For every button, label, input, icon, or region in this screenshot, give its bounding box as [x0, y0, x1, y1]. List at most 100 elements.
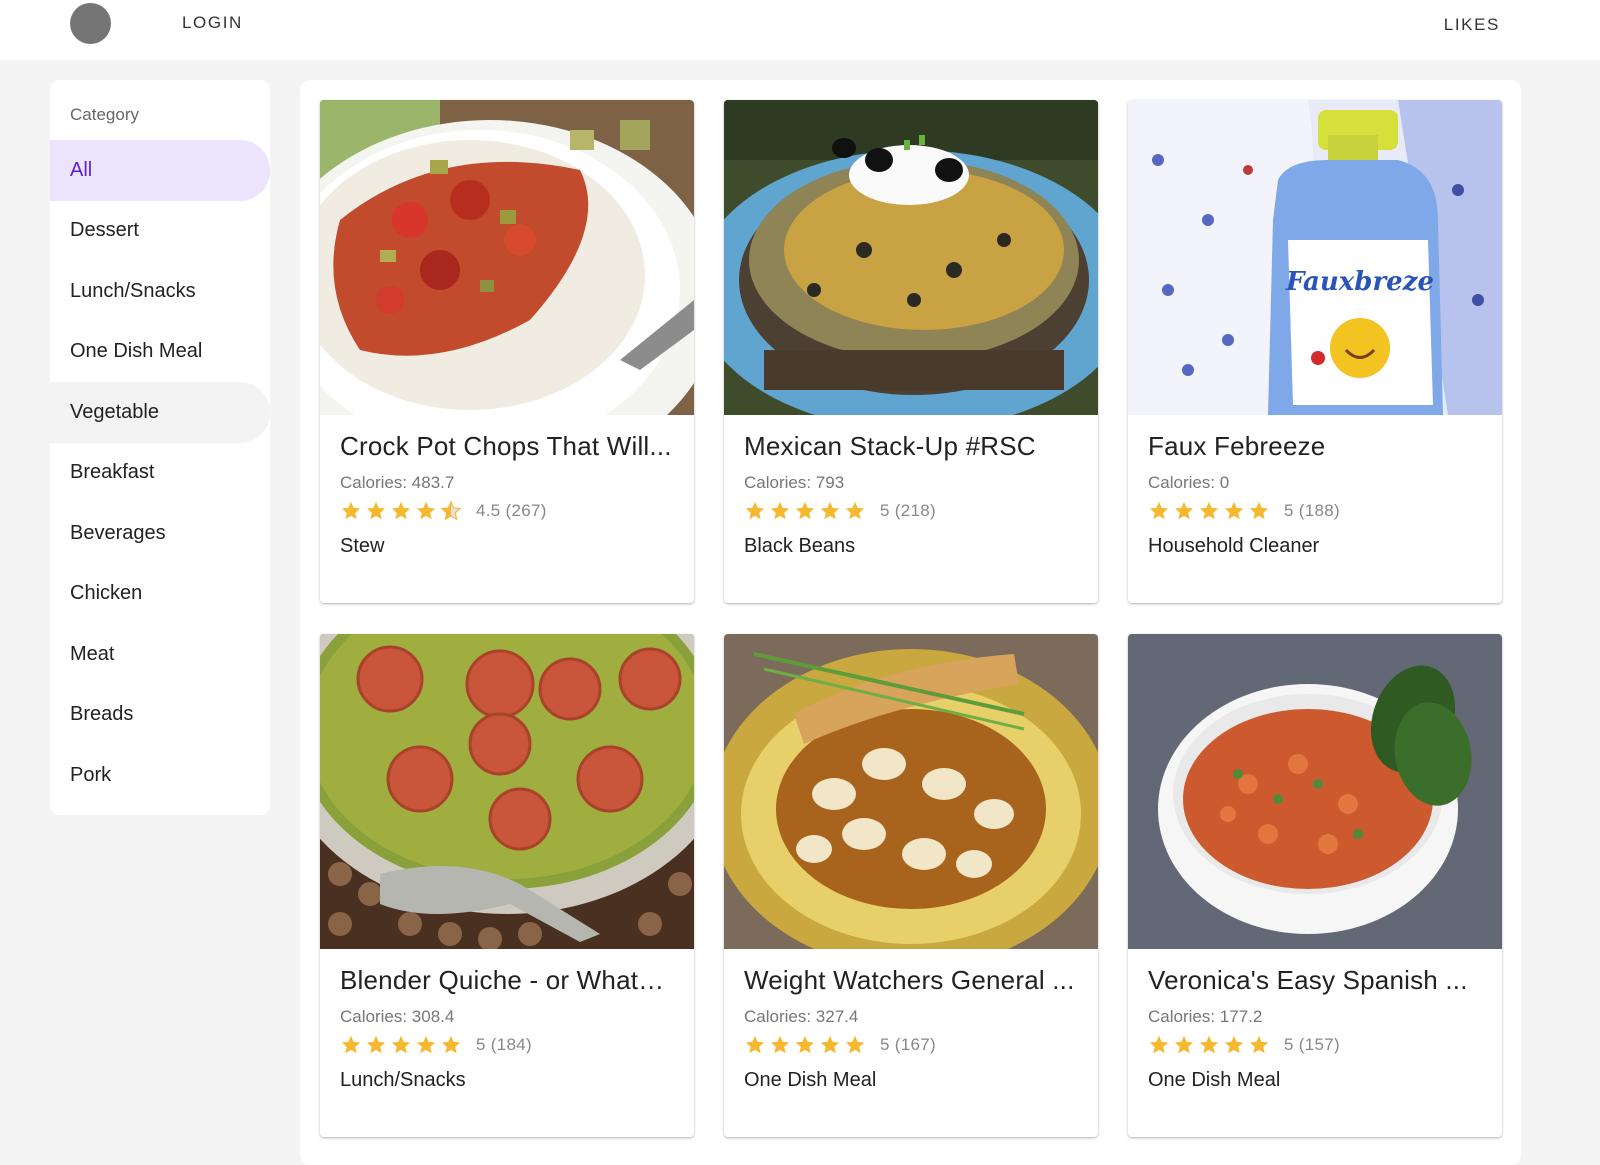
category-item-meat[interactable]: Meat: [50, 624, 270, 685]
star-full-icon: [341, 1035, 361, 1054]
star-rating: [340, 500, 462, 522]
bottle-label-text: Fauxbreze: [1285, 267, 1434, 297]
recipe-calories: Calories: 793: [744, 473, 845, 492]
recipe-calories: Calories: 483.7: [340, 473, 455, 492]
category-item-all[interactable]: All: [50, 140, 270, 201]
chicken-plate-photo: [724, 634, 1098, 949]
recipe-title: Mexican Stack-Up #RSC: [744, 431, 1036, 461]
star-full-icon: [391, 501, 411, 520]
recipe-title: Crock Pot Chops That Will...: [340, 431, 672, 461]
star-full-icon: [845, 1035, 865, 1054]
recipe-calories: Calories: 308.4: [340, 1007, 455, 1026]
star-full-icon: [441, 1035, 461, 1054]
star-full-icon: [416, 1035, 436, 1054]
star-full-icon: [820, 501, 840, 520]
category-item-chicken[interactable]: Chicken: [50, 564, 270, 625]
recipe-category: One Dish Meal: [744, 1069, 877, 1091]
category-item-beverages[interactable]: Beverages: [50, 503, 270, 564]
recipe-category: Lunch/Snacks: [340, 1069, 466, 1091]
recipe-rating: 5 (167): [744, 1032, 936, 1058]
recipe-rating: 4.5 (267): [340, 498, 547, 524]
star-full-icon: [1149, 1035, 1169, 1054]
star-full-icon: [745, 501, 765, 520]
pork-chops-photo: [320, 100, 694, 415]
category-item-dessert[interactable]: Dessert: [50, 201, 270, 262]
category-item-vegetable[interactable]: Vegetable: [50, 382, 270, 443]
star-full-icon: [1149, 501, 1169, 520]
recipe-calories: Calories: 0: [1148, 473, 1230, 492]
login-link[interactable]: LOGIN: [182, 13, 243, 33]
star-full-icon: [1174, 1035, 1194, 1054]
star-half-icon: [440, 500, 462, 521]
recipe-title: Blender Quiche - or Whate...: [340, 965, 674, 995]
rating-count: 5 (184): [476, 1035, 532, 1054]
star-full-icon: [391, 1035, 411, 1054]
recipe-category: Household Cleaner: [1148, 535, 1320, 557]
recipe-card[interactable]: Veronica's Easy Spanish ... Calories: 17…: [1128, 634, 1502, 1137]
star-rating: [340, 1034, 462, 1056]
category-item-pork[interactable]: Pork: [50, 745, 270, 806]
star-full-icon: [1224, 501, 1244, 520]
rating-count: 5 (218): [880, 501, 936, 520]
recipe-card[interactable]: Blender Quiche - or Whate... Calories: 3…: [320, 634, 694, 1137]
recipe-title: Weight Watchers General ...: [744, 965, 1075, 995]
category-list: All Dessert Lunch/Snacks One Dish Meal V…: [50, 140, 270, 806]
recipe-photo: [724, 634, 1098, 949]
recipe-rating: 5 (184): [340, 1032, 532, 1058]
recipe-rating: 5 (188): [1148, 498, 1340, 524]
recipe-card[interactable]: Mexican Stack-Up #RSC Calories: 793 5 (2…: [724, 100, 1098, 603]
star-full-icon: [820, 1035, 840, 1054]
quiche-photo: [320, 634, 694, 949]
star-full-icon: [1224, 1035, 1244, 1054]
star-full-icon: [366, 1035, 386, 1054]
star-full-icon: [416, 501, 436, 520]
top-app-bar: LOGIN LIKES: [0, 0, 1600, 60]
star-full-icon: [366, 501, 386, 520]
star-full-icon: [1199, 1035, 1219, 1054]
star-rating: [744, 1034, 866, 1056]
star-full-icon: [1174, 501, 1194, 520]
recipe-photo: [320, 100, 694, 415]
star-rating: [1148, 1034, 1270, 1056]
star-full-icon: [795, 1035, 815, 1054]
star-rating: [1148, 500, 1270, 522]
recipe-card[interactable]: Fauxbreze Faux Febreeze Calories: 0 5 (1…: [1128, 100, 1502, 603]
category-item-lunch-snacks[interactable]: Lunch/Snacks: [50, 261, 270, 322]
star-full-icon: [1199, 501, 1219, 520]
recipe-title: Veronica's Easy Spanish ...: [1148, 965, 1468, 995]
mexican-casserole-photo: [724, 100, 1098, 415]
recipe-category: Black Beans: [744, 535, 856, 557]
recipe-photo: Fauxbreze: [1128, 100, 1502, 415]
recipe-rating: 5 (157): [1148, 1032, 1340, 1058]
star-full-icon: [795, 501, 815, 520]
star-full-icon: [745, 1035, 765, 1054]
recipe-title: Faux Febreeze: [1148, 431, 1326, 461]
category-item-breads[interactable]: Breads: [50, 685, 270, 746]
recipe-card[interactable]: Weight Watchers General ... Calories: 32…: [724, 634, 1098, 1137]
star-full-icon: [1249, 501, 1269, 520]
recipe-photo: [724, 100, 1098, 415]
category-item-one-dish-meal[interactable]: One Dish Meal: [50, 322, 270, 383]
star-full-icon: [1249, 1035, 1269, 1054]
spray-bottle-photo: Fauxbreze: [1128, 100, 1502, 415]
rating-count: 5 (167): [880, 1035, 936, 1054]
star-rating: [744, 500, 866, 522]
recipe-calories: Calories: 177.2: [1148, 1007, 1263, 1026]
likes-link[interactable]: LIKES: [1444, 15, 1500, 35]
rating-count: 5 (157): [1284, 1035, 1340, 1054]
recipe-category: Stew: [340, 535, 385, 557]
recipe-category: One Dish Meal: [1148, 1069, 1281, 1091]
category-item-breakfast[interactable]: Breakfast: [50, 443, 270, 504]
recipe-photo: [1128, 634, 1502, 949]
recipe-card[interactable]: Crock Pot Chops That Will... Calories: 4…: [320, 100, 694, 603]
category-heading: Category: [70, 105, 139, 124]
recipe-calories: Calories: 327.4: [744, 1007, 859, 1026]
recipe-rating: 5 (218): [744, 498, 936, 524]
star-full-icon: [770, 501, 790, 520]
user-avatar[interactable]: [70, 3, 111, 44]
rating-count: 5 (188): [1284, 501, 1340, 520]
spanish-rice-photo: [1128, 634, 1502, 949]
recipe-photo: [320, 634, 694, 949]
star-full-icon: [770, 1035, 790, 1054]
category-sidebar: Category All Dessert Lunch/Snacks One Di…: [50, 80, 270, 815]
